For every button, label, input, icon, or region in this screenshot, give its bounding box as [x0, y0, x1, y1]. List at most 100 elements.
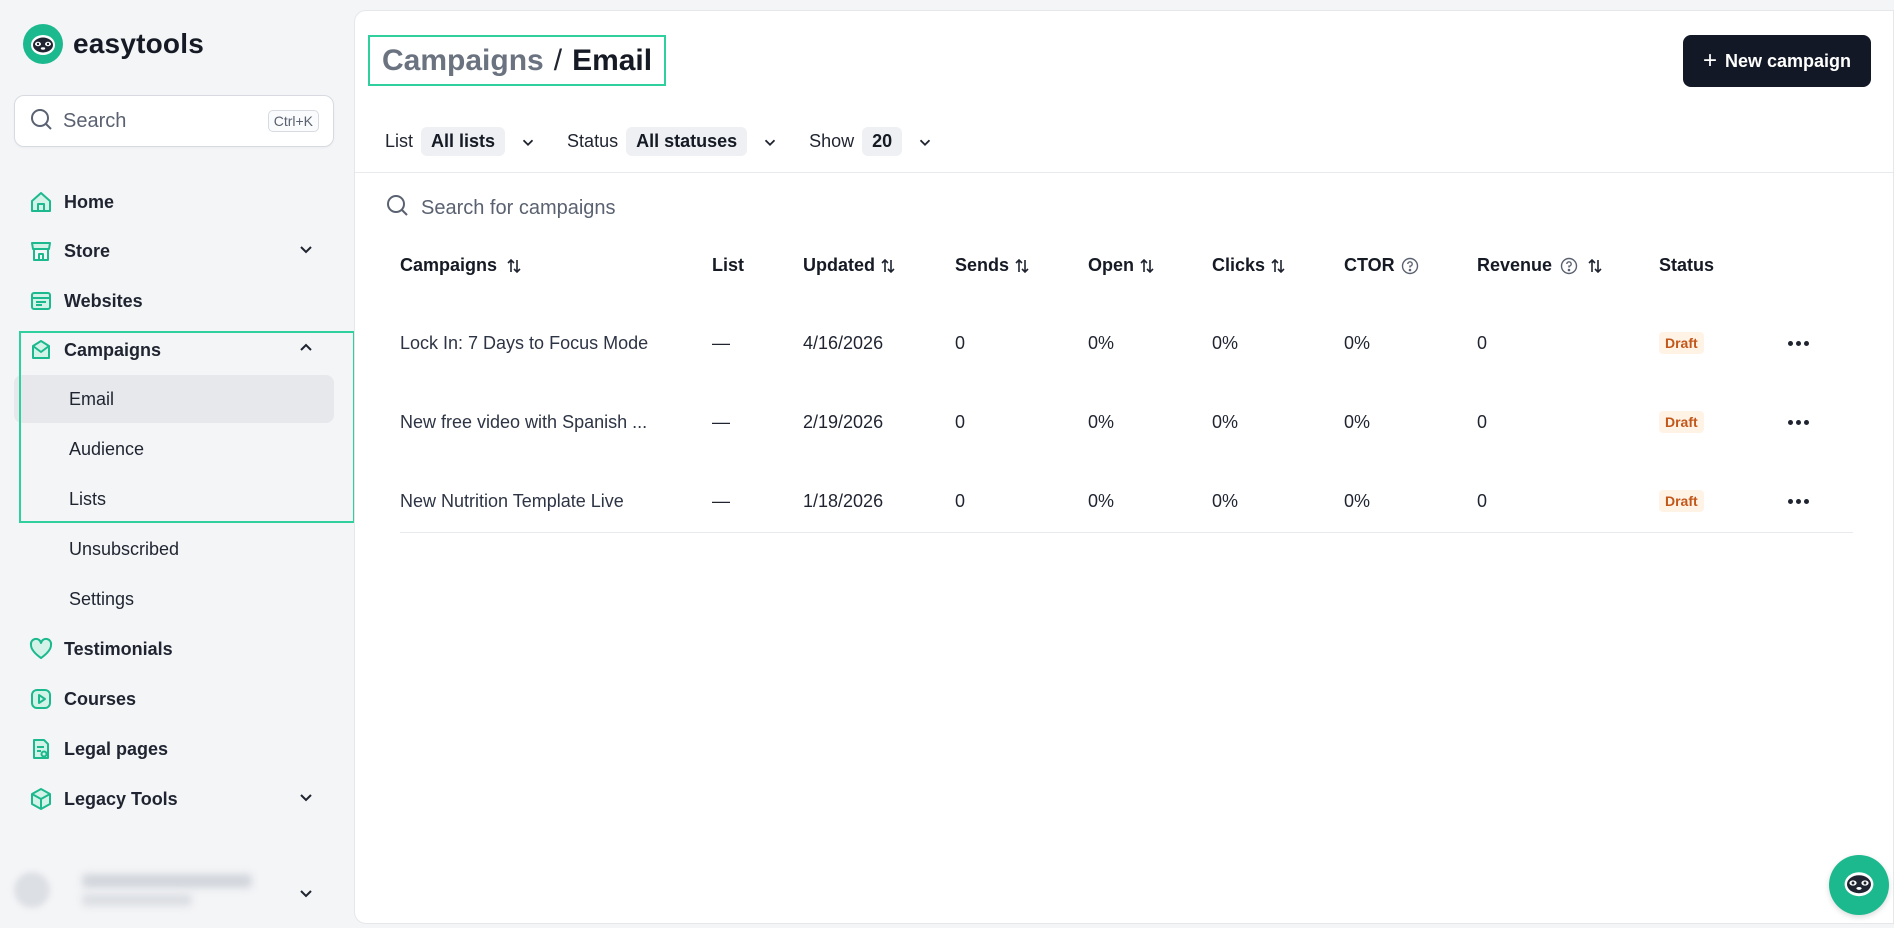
column-revenue[interactable]: Revenue: [1477, 255, 1604, 276]
main-panel: Campaigns / Email + New campaign List Al…: [354, 10, 1894, 924]
heart-icon: [28, 636, 54, 662]
clicks-cell: 0%: [1212, 332, 1239, 353]
table-row[interactable]: New Nutrition Template Live — 1/18/2026 …: [355, 481, 1893, 521]
more-options-icon[interactable]: [1788, 340, 1809, 346]
brand-logo[interactable]: easytools: [23, 24, 204, 64]
sidebar-item-label: Home: [64, 191, 115, 212]
sidebar-subitem-label: Audience: [69, 438, 145, 459]
help-icon[interactable]: [1560, 257, 1578, 275]
sort-icon[interactable]: [505, 257, 523, 275]
sidebar-search[interactable]: Search Ctrl+K: [14, 95, 334, 147]
filter-value: 20: [862, 127, 903, 156]
status-badge: Draft: [1659, 411, 1704, 433]
sidebar-item-store[interactable]: Store: [14, 228, 334, 274]
status-badge: Draft: [1659, 332, 1704, 354]
search-placeholder: Search for campaigns: [421, 196, 616, 219]
list-cell: —: [712, 490, 730, 511]
sloth-logo-icon: [23, 24, 63, 64]
help-icon[interactable]: [1401, 257, 1419, 275]
sidebar-item-campaigns[interactable]: Campaigns: [14, 327, 334, 373]
column-updated[interactable]: Updated: [803, 255, 897, 276]
sidebar-subitem-unsubscribed[interactable]: Unsubscribed: [14, 525, 334, 573]
avatar: [14, 872, 50, 908]
new-campaign-label: New campaign: [1724, 50, 1852, 71]
sidebar-subitem-audience[interactable]: Audience: [14, 425, 334, 473]
column-clicks[interactable]: Clicks: [1212, 255, 1287, 276]
campaign-name[interactable]: New Nutrition Template Live: [400, 481, 650, 521]
column-sends[interactable]: Sends: [955, 255, 1031, 276]
sidebar-item-websites[interactable]: Websites: [14, 278, 334, 324]
home-icon: [28, 189, 54, 215]
campaign-name[interactable]: Lock In: 7 Days to Focus Mode: [400, 323, 650, 363]
more-options-icon[interactable]: [1788, 419, 1809, 425]
more-options-icon[interactable]: [1788, 498, 1809, 504]
sidebar-item-label: Campaigns: [64, 339, 162, 360]
sidebar-item-testimonials[interactable]: Testimonials: [14, 626, 334, 672]
sidebar-item-legacy-tools[interactable]: Legacy Tools: [14, 776, 334, 822]
status-filter[interactable]: Status All statuses: [567, 127, 779, 156]
show-filter[interactable]: Show 20: [809, 127, 934, 156]
filter-value: All statuses: [626, 127, 748, 156]
sidebar-subitem-settings[interactable]: Settings: [14, 575, 334, 623]
clicks-cell: 0%: [1212, 490, 1239, 511]
brand-name: easytools: [73, 28, 204, 59]
table-header: Campaigns List Updated Sends Open Clicks…: [355, 255, 1893, 285]
column-label: List: [712, 255, 745, 275]
new-campaign-button[interactable]: + New campaign: [1683, 35, 1871, 87]
search-label: Search: [63, 109, 127, 132]
sidebar-subitem-lists[interactable]: Lists: [14, 475, 334, 523]
sort-icon[interactable]: [1138, 257, 1156, 275]
sidebar-subitem-email[interactable]: Email: [14, 375, 334, 423]
table-divider: [400, 532, 1853, 533]
account-switcher[interactable]: [14, 864, 254, 916]
chevron-down-icon[interactable]: [296, 239, 316, 264]
filters-bar: List All lists Status All statuses Show …: [385, 127, 964, 156]
chevron-down-icon[interactable]: [296, 883, 316, 908]
chevron-down-icon[interactable]: [296, 787, 316, 812]
revenue-cell: 0: [1477, 332, 1488, 353]
breadcrumb-current: Email: [572, 43, 653, 77]
sidebar-item-label: Testimonials: [64, 638, 173, 659]
sort-icon[interactable]: [879, 257, 897, 275]
store-icon: [28, 238, 54, 264]
filter-label: List: [385, 131, 414, 151]
sloth-chat-icon: [1841, 865, 1877, 906]
chat-support-button[interactable]: [1829, 855, 1889, 915]
breadcrumb-campaigns[interactable]: Campaigns: [382, 44, 544, 78]
campaign-name[interactable]: New free video with Spanish ...: [400, 402, 650, 442]
column-open[interactable]: Open: [1088, 255, 1156, 276]
sidebar-item-label: Courses: [64, 688, 137, 709]
updated-cell: 2/19/2026: [803, 411, 884, 432]
revenue-cell: 0: [1477, 490, 1488, 511]
play-icon: [28, 686, 54, 712]
sort-icon[interactable]: [1586, 257, 1604, 275]
sends-cell: 0: [955, 490, 966, 511]
open-cell: 0%: [1088, 332, 1115, 353]
sidebar-item-home[interactable]: Home: [14, 179, 334, 225]
open-cell: 0%: [1088, 490, 1115, 511]
plus-icon: +: [1702, 47, 1717, 74]
sends-cell: 0: [955, 411, 966, 432]
sidebar-item-label: Store: [64, 240, 111, 261]
sidebar-item-courses[interactable]: Courses: [14, 676, 334, 722]
sort-icon[interactable]: [1269, 257, 1287, 275]
column-campaigns[interactable]: Campaigns: [400, 255, 523, 276]
column-ctor: CTOR: [1344, 255, 1419, 276]
clicks-cell: 0%: [1212, 411, 1239, 432]
sidebar-item-legal-pages[interactable]: Legal pages: [14, 726, 334, 772]
breadcrumb-separator: /: [553, 43, 563, 77]
column-label: Open: [1088, 255, 1135, 275]
campaign-search-input[interactable]: Search for campaigns: [385, 193, 616, 223]
chevron-up-icon[interactable]: [296, 338, 316, 363]
chevron-down-icon: [519, 133, 537, 151]
list-filter[interactable]: List All lists: [385, 127, 537, 156]
open-cell: 0%: [1088, 411, 1115, 432]
sidebar-subitem-label: Email: [69, 388, 115, 409]
sort-icon[interactable]: [1013, 257, 1031, 275]
search-icon: [29, 107, 53, 136]
filter-value: All lists: [421, 127, 506, 156]
column-list: List: [712, 255, 744, 276]
list-cell: —: [712, 411, 730, 432]
table-row[interactable]: New free video with Spanish ... — 2/19/2…: [355, 402, 1893, 442]
table-row[interactable]: Lock In: 7 Days to Focus Mode — 4/16/202…: [355, 323, 1893, 363]
